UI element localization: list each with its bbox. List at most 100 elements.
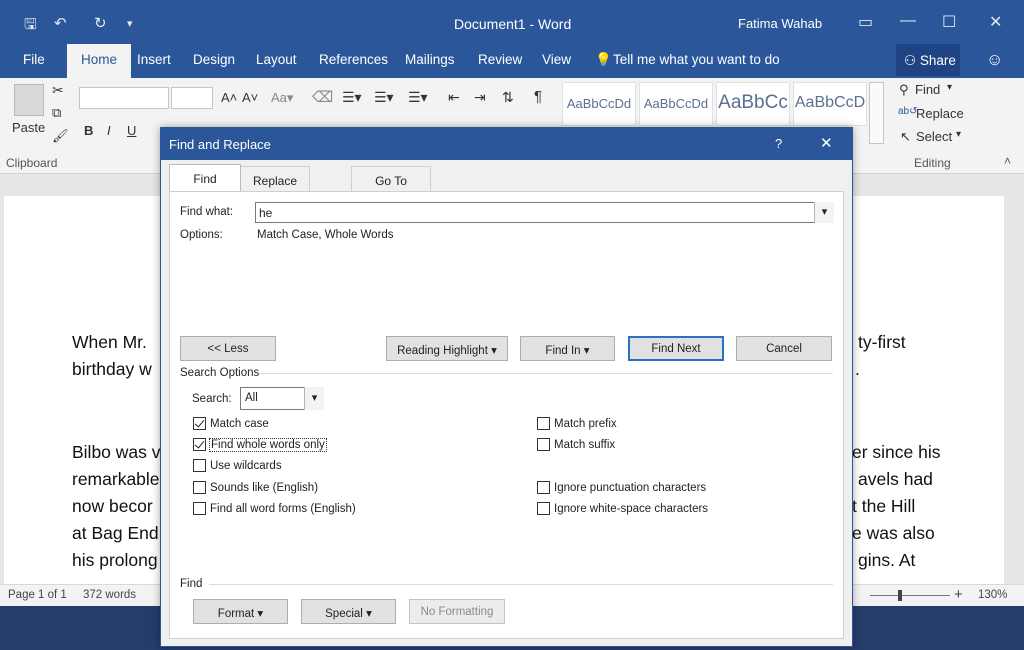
change-case-icon[interactable]: Aa▾ <box>271 90 293 106</box>
font-size-combo[interactable] <box>171 87 213 109</box>
match-suffix-label[interactable]: Match suffix <box>554 439 615 451</box>
no-formatting-button[interactable]: No Formatting <box>409 599 505 624</box>
undo-icon[interactable]: ↶ <box>54 14 67 32</box>
help-button[interactable]: ? <box>775 136 782 151</box>
redo-icon[interactable]: ↻ <box>94 14 107 32</box>
format-painter-icon[interactable]: 🖌 <box>52 128 69 144</box>
zoom-slider[interactable] <box>870 595 950 596</box>
cut-icon[interactable]: ✂ <box>52 82 64 99</box>
whole-words-checkbox[interactable] <box>193 438 206 451</box>
match-case-checkbox[interactable] <box>193 417 206 430</box>
ribbon-tabs: File Home Insert Design Layout Reference… <box>0 42 1024 78</box>
match-prefix-label[interactable]: Match prefix <box>554 418 617 430</box>
collapse-ribbon-icon[interactable]: ˄ <box>1004 154 1011 168</box>
sort-icon[interactable]: ⇅ <box>502 89 514 106</box>
word-count[interactable]: 372 words <box>83 589 136 601</box>
tab-review[interactable]: Review <box>478 52 522 67</box>
find-dropdown-icon[interactable]: ▾ <box>947 82 952 93</box>
find-magnifier-icon: ⚲ <box>899 82 909 97</box>
find-what-input[interactable]: he ▾ <box>255 202 834 223</box>
shrink-font-icon[interactable]: A˅ <box>242 90 258 105</box>
zoom-in-icon[interactable]: + <box>954 586 963 603</box>
multilevel-list-icon[interactable]: ☰▾ <box>408 89 428 106</box>
use-wildcards-checkbox[interactable] <box>193 459 206 472</box>
share-button[interactable]: ⚇ Share <box>896 44 960 76</box>
underline-icon[interactable]: U <box>127 123 136 138</box>
ignore-whitespace-label[interactable]: Ignore white-space characters <box>554 503 708 515</box>
ignore-punctuation-checkbox[interactable] <box>537 481 550 494</box>
cancel-button[interactable]: Cancel <box>736 336 832 361</box>
style-normal[interactable]: AaBbCcDd <box>562 82 636 126</box>
bold-icon[interactable]: B <box>84 123 93 138</box>
find-history-dropdown-icon[interactable]: ▾ <box>814 202 834 223</box>
ignore-punctuation-label[interactable]: Ignore punctuation characters <box>554 482 706 494</box>
decrease-indent-icon[interactable]: ⇤ <box>448 89 460 106</box>
replace-ribbon-button[interactable]: Replace <box>916 106 964 121</box>
ribbon-display-icon[interactable]: ▭ <box>858 12 873 32</box>
zoom-slider-thumb[interactable] <box>898 590 902 601</box>
whole-words-label[interactable]: Find whole words only <box>209 438 327 452</box>
italic-icon[interactable]: I <box>107 123 111 138</box>
word-forms-label[interactable]: Find all word forms (English) <box>210 503 356 515</box>
numbering-icon[interactable]: ☰▾ <box>374 89 394 106</box>
paste-icon[interactable] <box>14 84 44 116</box>
reading-highlight-button[interactable]: Reading Highlight ▾ <box>386 336 508 361</box>
page-count[interactable]: Page 1 of 1 <box>8 589 67 601</box>
use-wildcards-label[interactable]: Use wildcards <box>210 460 282 472</box>
tab-replace[interactable]: Replace <box>240 166 310 191</box>
style-no-spacing[interactable]: AaBbCcDd <box>639 82 713 126</box>
format-button[interactable]: Format ▾ <box>193 599 288 624</box>
match-prefix-checkbox[interactable] <box>537 417 550 430</box>
dialog-close-icon[interactable]: ✕ <box>820 134 833 152</box>
reading-highlight-dropdown-icon: ▾ <box>491 345 497 357</box>
word-forms-checkbox[interactable] <box>193 502 206 515</box>
match-case-label[interactable]: Match case <box>210 418 269 430</box>
tab-view[interactable]: View <box>542 52 571 67</box>
bullets-icon[interactable]: ☰▾ <box>342 89 362 106</box>
select-ribbon-button[interactable]: Select <box>916 129 952 144</box>
minimize-icon[interactable]: — <box>900 12 916 30</box>
maximize-icon[interactable]: ☐ <box>942 12 956 32</box>
sounds-like-checkbox[interactable] <box>193 481 206 494</box>
tab-insert[interactable]: Insert <box>137 52 171 67</box>
match-suffix-checkbox[interactable] <box>537 438 550 451</box>
tab-file[interactable]: File <box>23 52 45 67</box>
ignore-whitespace-checkbox[interactable] <box>537 502 550 515</box>
tab-home[interactable]: Home <box>67 44 132 78</box>
select-dropdown-icon[interactable]: ▾ <box>956 129 961 140</box>
customize-qat-icon[interactable]: ▾ <box>127 17 133 30</box>
show-marks-icon[interactable]: ¶ <box>534 88 542 105</box>
grow-font-icon[interactable]: A˄ <box>221 90 237 105</box>
search-direction-dropdown-icon[interactable]: ▾ <box>304 387 324 410</box>
tab-references[interactable]: References <box>319 52 388 67</box>
clear-formatting-icon[interactable]: ⌫ <box>312 88 333 106</box>
less-button[interactable]: << Less <box>180 336 276 361</box>
styles-scroll[interactable] <box>869 82 884 144</box>
select-arrow-icon: ↖ <box>900 129 911 144</box>
zoom-level[interactable]: 130% <box>978 589 1007 601</box>
search-direction-select[interactable]: All ▾ <box>240 387 324 410</box>
smiley-icon[interactable]: ☺ <box>986 50 1003 70</box>
find-ribbon-button[interactable]: Find <box>915 82 940 97</box>
style-heading-1[interactable]: AaBbCc <box>716 82 790 126</box>
find-next-button[interactable]: Find Next <box>628 336 724 361</box>
tab-layout[interactable]: Layout <box>256 52 297 67</box>
style-heading-2[interactable]: AaBbCcD <box>793 82 867 126</box>
user-name[interactable]: Fatima Wahab <box>738 16 822 31</box>
tell-me-box[interactable]: Tell me what you want to do <box>613 52 780 67</box>
special-button[interactable]: Special ▾ <box>301 599 396 624</box>
sounds-like-label[interactable]: Sounds like (English) <box>210 482 318 494</box>
save-icon[interactable]: 🖫 <box>24 14 37 39</box>
close-window-icon[interactable]: ✕ <box>989 12 1002 32</box>
paste-label[interactable]: Paste <box>12 120 45 135</box>
find-in-button[interactable]: Find In ▾ <box>520 336 615 361</box>
increase-indent-icon[interactable]: ⇥ <box>474 89 486 106</box>
tab-find[interactable]: Find <box>169 164 241 192</box>
tab-goto[interactable]: Go To <box>351 166 431 191</box>
share-label: Share <box>919 53 956 68</box>
tab-mailings[interactable]: Mailings <box>405 52 455 67</box>
copy-icon[interactable]: ⧉ <box>52 105 61 121</box>
font-name-combo[interactable] <box>79 87 169 109</box>
doc-line-1-right: ty-first <box>858 332 906 352</box>
tab-design[interactable]: Design <box>193 52 235 67</box>
